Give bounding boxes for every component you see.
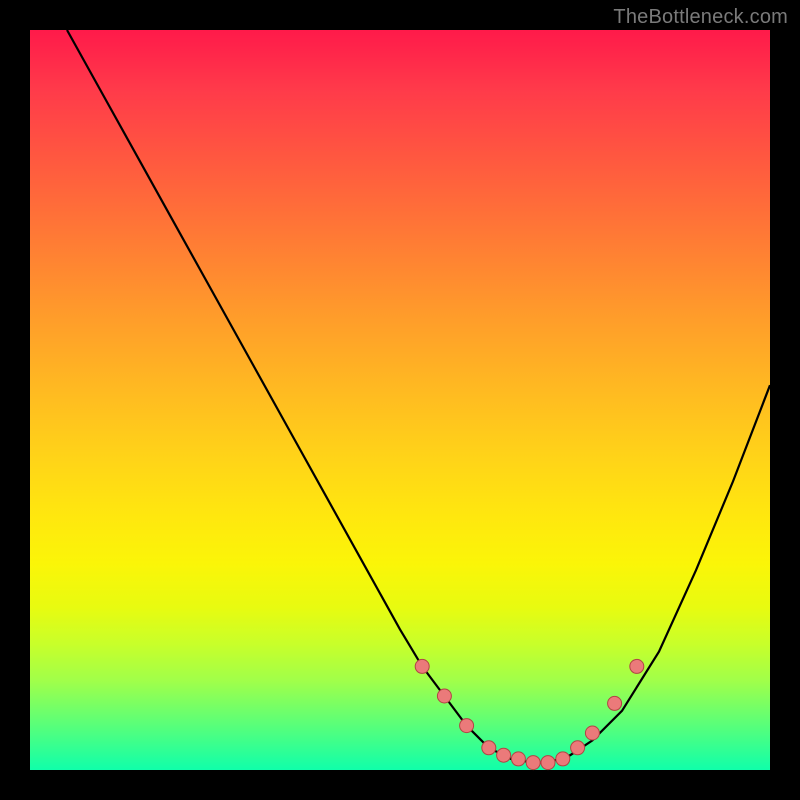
marker-point — [482, 741, 496, 755]
marker-point — [460, 719, 474, 733]
marker-point — [415, 659, 429, 673]
marker-point — [585, 726, 599, 740]
marker-point — [497, 748, 511, 762]
marker-point — [571, 741, 585, 755]
curve-markers — [415, 659, 644, 769]
chart-frame: TheBottleneck.com — [0, 0, 800, 800]
marker-point — [541, 756, 555, 770]
marker-point — [630, 659, 644, 673]
marker-point — [608, 696, 622, 710]
marker-point — [526, 756, 540, 770]
watermark-text: TheBottleneck.com — [613, 6, 788, 29]
marker-point — [511, 752, 525, 766]
plot-area — [30, 30, 770, 770]
marker-point — [556, 752, 570, 766]
marker-point — [437, 689, 451, 703]
curve-svg — [30, 30, 770, 770]
bottleneck-curve — [67, 30, 770, 763]
